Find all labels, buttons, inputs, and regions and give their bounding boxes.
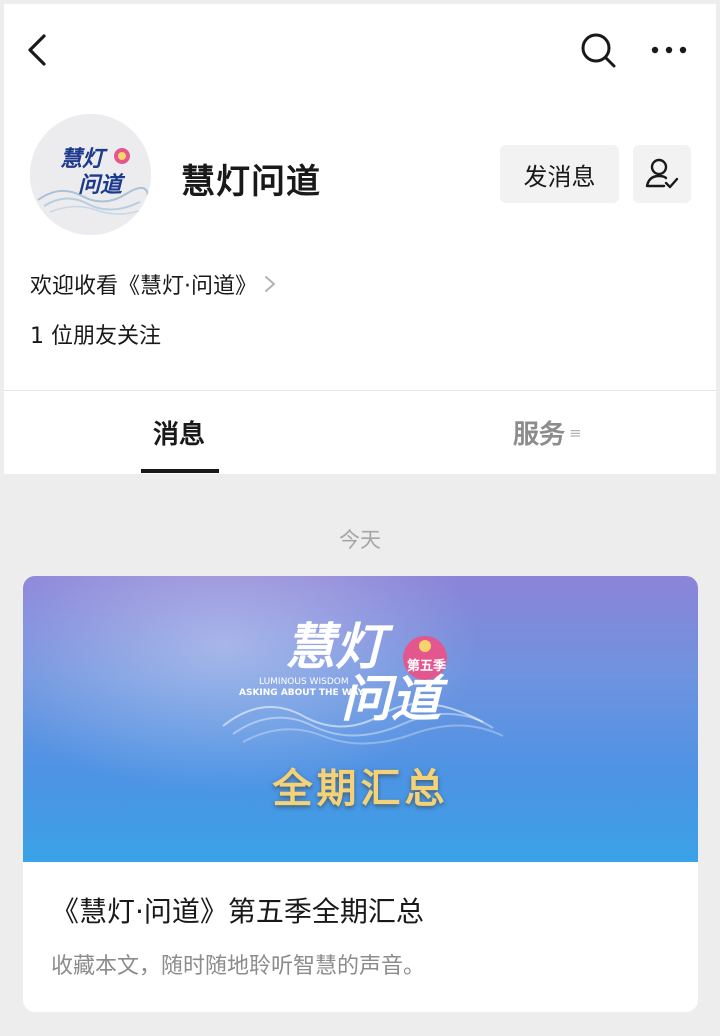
cover-subtitle-1: LUMINOUS WISDOM <box>259 677 349 687</box>
app-frame: 慧灯 问道 慧灯问道 发消息 欢迎收看《慧灯·问道》 1 位朋友关注 消息 服务 <box>4 4 716 1032</box>
menu-icon: ≡ <box>569 423 582 442</box>
cover-logo-top: 慧灯 <box>285 617 394 676</box>
article-card[interactable]: 慧灯 问道 第五季 LUMINOUS WISDOM ASKING ABOUT T… <box>23 576 698 1012</box>
avatar-text-top: 慧灯 <box>60 146 108 172</box>
article-cover-image: 慧灯 问道 第五季 LUMINOUS WISDOM ASKING ABOUT T… <box>23 576 698 862</box>
send-message-button[interactable]: 发消息 <box>500 145 619 203</box>
avatar-text-bottom: 问道 <box>78 172 126 198</box>
tab-messages[interactable]: 消息 <box>153 414 205 451</box>
cover-season-badge: 第五季 <box>407 658 446 674</box>
account-name: 慧灯问道 <box>181 162 321 202</box>
account-avatar[interactable]: 慧灯 问道 <box>30 114 151 235</box>
cover-title: 全期汇总 <box>272 766 449 812</box>
tab-services[interactable]: 服务 ≡ <box>513 414 582 451</box>
chevron-right-icon <box>265 276 275 292</box>
date-separator: 今天 <box>339 528 381 552</box>
account-intro-link[interactable]: 欢迎收看《慧灯·问道》 <box>30 268 277 300</box>
search-icon <box>581 33 616 68</box>
cover-artwork: 慧灯 问道 第五季 LUMINOUS WISDOM ASKING ABOUT T… <box>222 617 504 745</box>
more-horizontal-icon <box>651 46 687 54</box>
top-bar <box>4 4 716 94</box>
account-intro-text: 欢迎收看《慧灯·问道》 <box>30 274 257 299</box>
more-button[interactable] <box>644 28 694 72</box>
friends-following-count: 1 位朋友关注 <box>30 324 161 349</box>
avatar-logo: 慧灯 问道 <box>30 114 151 235</box>
article-description: 收藏本文，随时随地聆听智慧的声音。 <box>51 954 426 979</box>
active-tab-indicator <box>141 469 219 473</box>
chevron-left-icon <box>28 34 46 66</box>
user-check-icon <box>645 158 679 189</box>
search-button[interactable] <box>576 28 620 72</box>
back-button[interactable] <box>20 28 56 72</box>
account-header: 慧灯 问道 慧灯问道 发消息 欢迎收看《慧灯·问道》 1 位朋友关注 消息 服务 <box>4 4 716 474</box>
tab-services-label: 服务 <box>513 420 566 450</box>
cover-subtitle-2: ASKING ABOUT THE WAY <box>239 688 364 698</box>
following-button[interactable] <box>633 145 691 203</box>
article-title[interactable]: 《慧灯·问道》第五季全期汇总 <box>51 890 424 930</box>
header-divider <box>4 390 716 391</box>
